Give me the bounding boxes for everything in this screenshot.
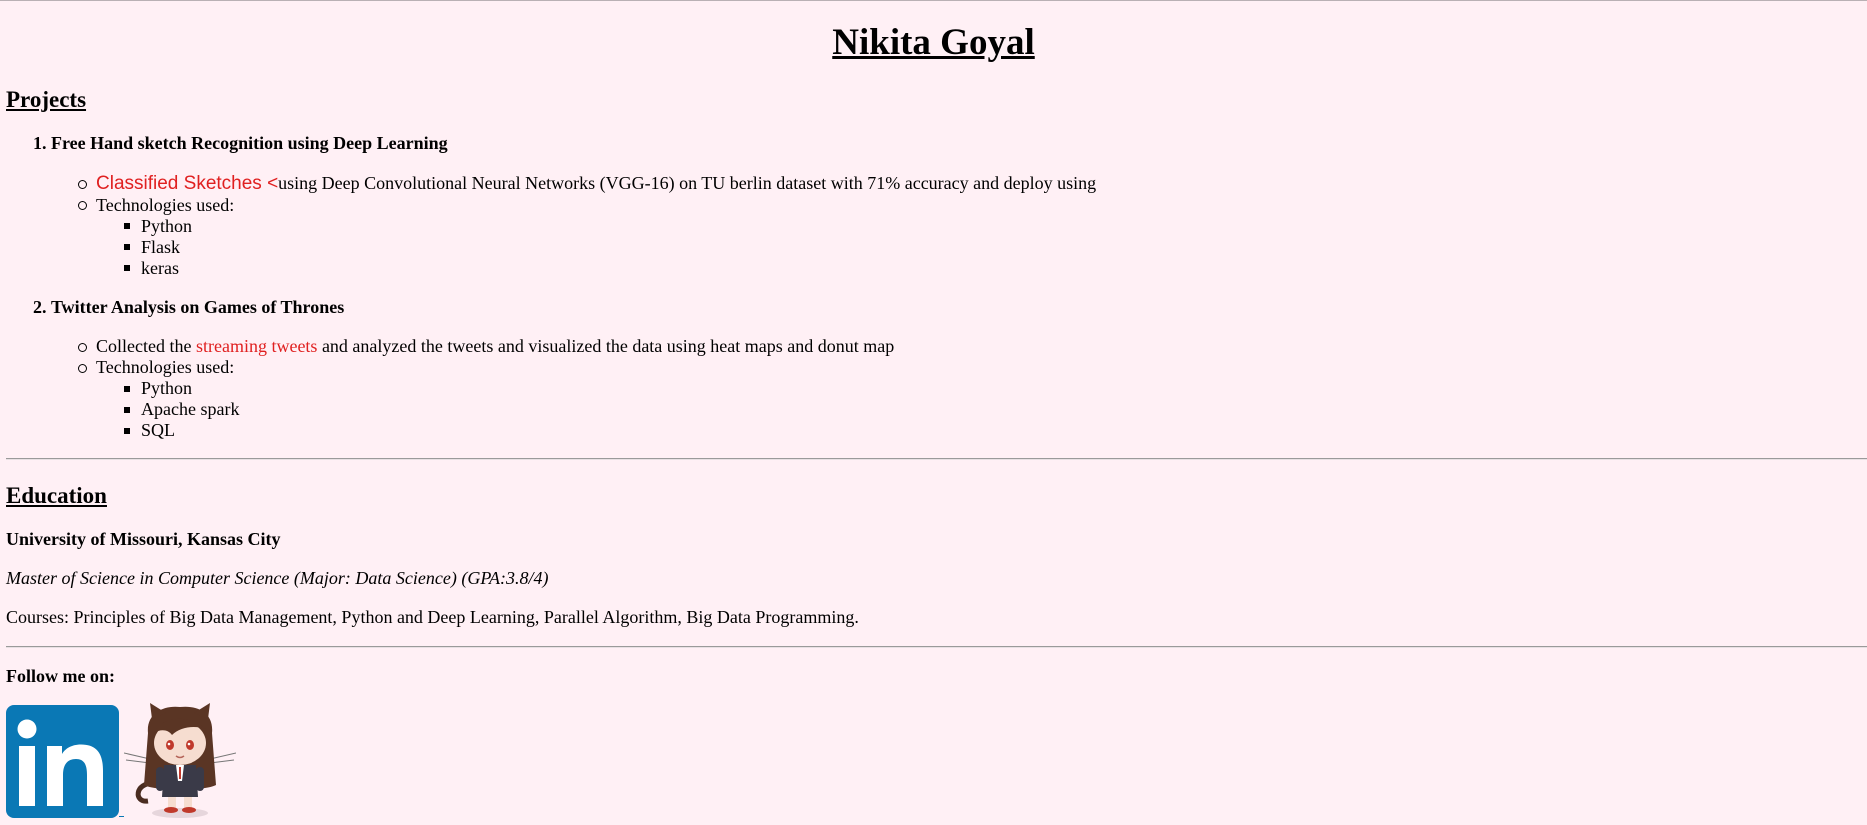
divider xyxy=(6,646,1867,648)
tech-label: Technologies used: xyxy=(96,195,235,215)
education-heading: Education xyxy=(6,483,107,508)
page-title: Nikita Goyal xyxy=(832,22,1035,63)
bullet-square xyxy=(124,223,130,229)
project-title: Free Hand sketch Recognition using Deep … xyxy=(51,133,448,153)
tech-item: Python xyxy=(141,216,193,236)
divider xyxy=(6,458,1867,460)
bullet-circle xyxy=(78,364,87,373)
school-name: University of Missouri, Kansas City xyxy=(6,529,281,549)
description-text: Collected the xyxy=(96,336,196,356)
follow-label: Follow me on: xyxy=(6,666,115,686)
courses: Courses: Principles of Big Data Manageme… xyxy=(6,607,859,627)
project-number: 2. xyxy=(33,297,47,317)
project-number: 1. xyxy=(33,133,47,153)
bullet-circle xyxy=(78,201,87,210)
description-text: and analyzed the tweets and visualized t… xyxy=(317,336,895,356)
bullet-square xyxy=(124,386,130,392)
tech-item: Apache spark xyxy=(141,399,240,419)
tech-item: SQL xyxy=(141,420,176,440)
bullet-square xyxy=(124,407,130,413)
bullet-circle xyxy=(78,343,87,352)
classified-sketches-link[interactable]: Classified Sketches < xyxy=(96,173,278,194)
projects-heading: Projects xyxy=(6,87,87,112)
bullet-square xyxy=(124,428,130,434)
bullet-square xyxy=(124,265,130,271)
project-description: Classified Sketches <using Deep Convolut… xyxy=(96,173,1096,194)
streaming-tweets-link[interactable]: streaming tweets xyxy=(196,336,317,356)
degree: Master of Science in Computer Science (M… xyxy=(6,568,549,588)
linkedin-icon[interactable] xyxy=(6,705,119,818)
github-octocat-icon[interactable] xyxy=(123,703,237,819)
tech-item: keras xyxy=(141,258,179,278)
tech-item: Python xyxy=(141,378,193,398)
description-text: using Deep Convolutional Neural Networks… xyxy=(278,173,1097,193)
project-description: Collected the streaming tweets and analy… xyxy=(96,336,894,357)
project-title: Twitter Analysis on Games of Thrones xyxy=(51,297,345,317)
tech-item: Flask xyxy=(141,237,181,257)
bullet-circle xyxy=(78,180,87,189)
bullet-square xyxy=(124,244,130,250)
top-border xyxy=(0,0,1867,1)
tech-label: Technologies used: xyxy=(96,357,235,377)
